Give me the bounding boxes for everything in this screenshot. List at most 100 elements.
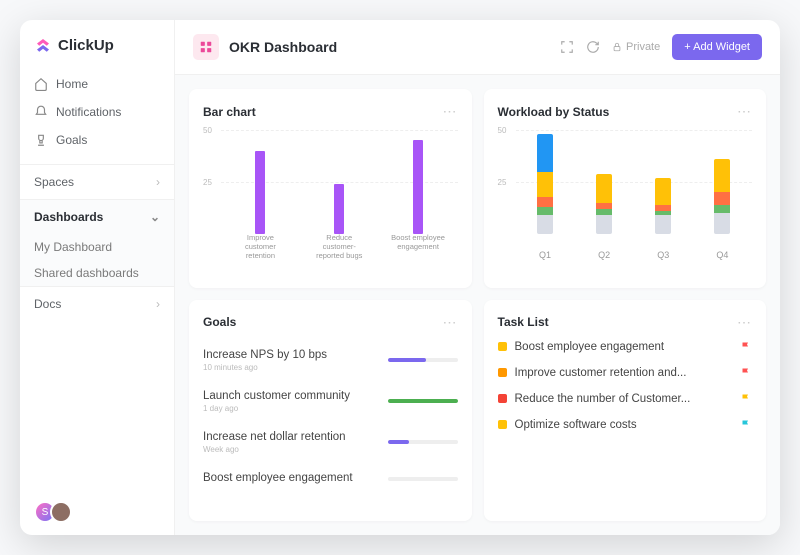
task-name: Improve customer retention and... (515, 367, 733, 379)
nav-home[interactable]: Home (34, 70, 160, 98)
add-widget-button[interactable]: + Add Widget (672, 34, 762, 60)
topbar-actions: Private + Add Widget (560, 34, 762, 60)
chart-bar (413, 140, 423, 234)
status-dot (498, 368, 507, 377)
nav-label: Home (56, 77, 88, 91)
bell-icon (34, 105, 48, 119)
lock-icon (612, 42, 622, 52)
flag-icon (740, 393, 752, 405)
sidebar: ClickUp Home Notifications Goals Spaces … (20, 20, 175, 535)
status-dot (498, 342, 507, 351)
nav-docs[interactable]: Docs › (20, 286, 174, 321)
x-axis-label: Q1 (525, 250, 565, 260)
status-dot (498, 394, 507, 403)
task-item[interactable]: Improve customer retention and... (498, 367, 753, 379)
goal-time: 10 minutes ago (203, 363, 327, 372)
privacy-indicator[interactable]: Private (612, 41, 660, 53)
dashboards-label: Dashboards (34, 210, 103, 224)
chevron-down-icon: ⌄ (150, 210, 160, 224)
brand-text: ClickUp (58, 37, 114, 54)
card-tasks: Task List ⋯ Boost employee engagement Im… (484, 300, 767, 522)
x-axis-label: Q2 (584, 250, 624, 260)
card-bar-chart: Bar chart ⋯ 2550Improve customer retenti… (189, 89, 472, 288)
user-avatars: S (20, 489, 174, 535)
bar-chart: 2550Improve customer retentionReduce cus… (203, 130, 458, 260)
private-label: Private (626, 41, 660, 53)
nav-primary: Home Notifications Goals (20, 70, 174, 154)
task-name: Reduce the number of Customer... (515, 393, 733, 405)
card-workload: Workload by Status ⋯ 2550Q1Q2Q3Q4 (484, 89, 767, 288)
x-axis-label: Reduce customer-reported bugs (311, 233, 367, 260)
page-title: OKR Dashboard (229, 39, 337, 55)
chart-bar (334, 184, 344, 234)
flag-icon (740, 367, 752, 379)
chart-bar (596, 174, 612, 234)
task-item[interactable]: Optimize software costs (498, 419, 753, 431)
main: OKR Dashboard Private + Add Widget Bar c… (175, 20, 780, 535)
clickup-logo-icon (34, 36, 52, 54)
goal-item[interactable]: Increase net dollar retention Week ago (203, 423, 458, 462)
x-axis-label: Boost employee engagement (390, 233, 446, 260)
stacked-bar-chart: 2550Q1Q2Q3Q4 (498, 130, 753, 260)
more-icon[interactable]: ⋯ (443, 314, 458, 331)
chart-bar (655, 178, 671, 234)
chart-bar (255, 151, 265, 234)
x-axis-label: Q4 (702, 250, 742, 260)
more-icon[interactable]: ⋯ (443, 103, 458, 120)
docs-label: Docs (34, 297, 61, 311)
flag-icon (740, 341, 752, 353)
progress-bar (388, 399, 458, 403)
nav-dashboards[interactable]: Dashboards ⌄ (20, 200, 174, 234)
goal-name: Boost employee engagement (203, 472, 353, 484)
card-title: Task List (498, 315, 549, 329)
nav-label: Notifications (56, 105, 121, 119)
card-goals: Goals ⋯ Increase NPS by 10 bps 10 minute… (189, 300, 472, 522)
trophy-icon (34, 133, 48, 147)
dashboard-content: Bar chart ⋯ 2550Improve customer retenti… (175, 75, 780, 535)
status-dot (498, 420, 507, 429)
task-name: Optimize software costs (515, 419, 733, 431)
nav-spaces[interactable]: Spaces › (20, 164, 174, 199)
more-icon[interactable]: ⋯ (737, 314, 752, 331)
task-item[interactable]: Boost employee engagement (498, 341, 753, 353)
nav-goals[interactable]: Goals (34, 126, 160, 154)
dashboard-icon (193, 34, 219, 60)
topbar: OKR Dashboard Private + Add Widget (175, 20, 780, 75)
x-axis-label: Improve customer retention (232, 233, 288, 260)
chevron-right-icon: › (156, 175, 160, 189)
progress-bar (388, 477, 458, 481)
avatar[interactable] (50, 501, 72, 523)
task-item[interactable]: Reduce the number of Customer... (498, 393, 753, 405)
nav-my-dashboard[interactable]: My Dashboard (20, 234, 174, 260)
x-axis-label: Q3 (643, 250, 683, 260)
goal-item[interactable]: Launch customer community 1 day ago (203, 382, 458, 421)
progress-bar (388, 358, 458, 362)
card-title: Workload by Status (498, 105, 610, 119)
card-title: Bar chart (203, 105, 256, 119)
goal-item[interactable]: Boost employee engagement (203, 464, 458, 494)
chevron-right-icon: › (156, 297, 160, 311)
goal-time: 1 day ago (203, 404, 350, 413)
nav-dashboards-section: Dashboards ⌄ My Dashboard Shared dashboa… (20, 199, 174, 286)
home-icon (34, 77, 48, 91)
goal-name: Increase net dollar retention (203, 431, 346, 443)
task-name: Boost employee engagement (515, 341, 733, 353)
brand: ClickUp (20, 20, 174, 70)
card-title: Goals (203, 315, 236, 329)
chart-bar (537, 134, 553, 234)
task-list: Boost employee engagement Improve custom… (498, 341, 753, 431)
nav-shared-dashboards[interactable]: Shared dashboards (20, 260, 174, 286)
chart-bar (714, 159, 730, 234)
expand-icon[interactable] (560, 40, 574, 54)
spaces-label: Spaces (34, 175, 74, 189)
nav-label: Goals (56, 133, 87, 147)
nav-notifications[interactable]: Notifications (34, 98, 160, 126)
more-icon[interactable]: ⋯ (737, 103, 752, 120)
goal-time: Week ago (203, 445, 346, 454)
refresh-icon[interactable] (586, 40, 600, 54)
goal-name: Launch customer community (203, 390, 350, 402)
goal-name: Increase NPS by 10 bps (203, 349, 327, 361)
goal-item[interactable]: Increase NPS by 10 bps 10 minutes ago (203, 341, 458, 380)
goals-list: Increase NPS by 10 bps 10 minutes ago La… (203, 341, 458, 494)
flag-icon (740, 419, 752, 431)
